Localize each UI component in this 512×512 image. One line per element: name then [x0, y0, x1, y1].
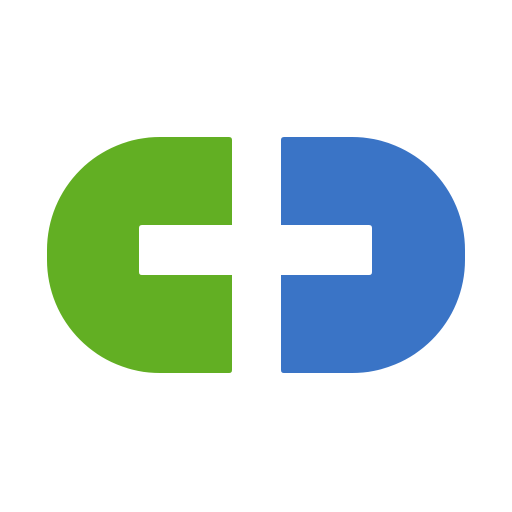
right-blue-shape [281, 137, 465, 373]
app-icon-canvas [0, 0, 512, 512]
interlocking-c-shapes-logo-icon [47, 137, 465, 373]
left-green-shape [47, 137, 232, 373]
